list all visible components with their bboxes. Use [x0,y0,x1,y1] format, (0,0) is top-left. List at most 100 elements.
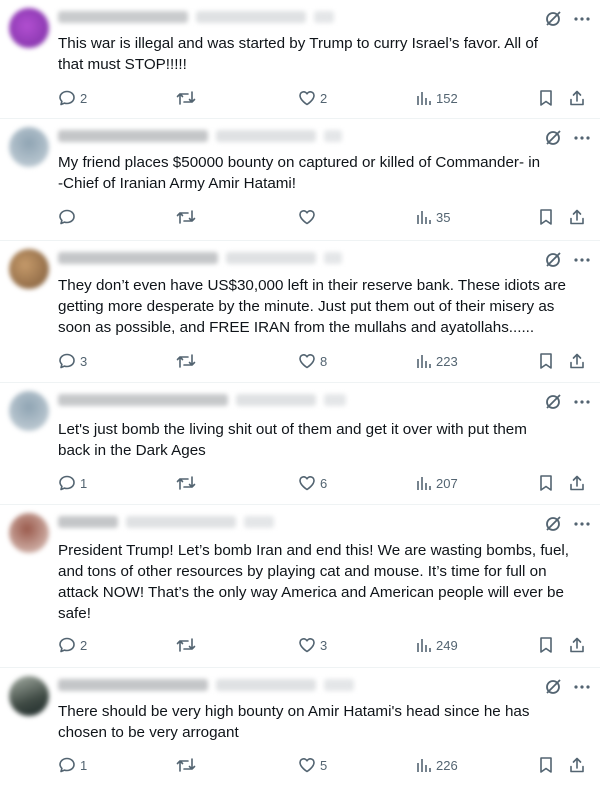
blurred-display-name[interactable] [58,11,188,23]
avatar[interactable] [9,127,49,167]
views-count: 223 [436,353,458,369]
share-icon [568,474,586,492]
views-count: 152 [436,90,458,106]
post-text: This war is illegal and was started by T… [58,35,538,73]
post-text: My friend places $50000 bounty on captur… [58,154,541,192]
heart-icon [298,756,316,774]
post-text: They don’t even have US$30,000 left in t… [58,277,566,336]
share-icon [568,89,586,107]
bookmark-button[interactable] [538,351,554,371]
views-button[interactable]: 207 [416,473,458,493]
grok-icon[interactable] [544,393,562,411]
repost-button[interactable] [176,207,200,227]
blurred-handle [216,679,316,691]
like-button[interactable]: 6 [298,473,327,493]
views-count: 226 [436,757,458,773]
views-button[interactable]: 223 [416,351,458,371]
avatar[interactable] [9,249,49,289]
repost-button[interactable] [176,351,200,371]
blurred-display-name[interactable] [58,130,208,142]
blurred-handle [196,11,306,23]
like-button[interactable]: 5 [298,755,327,775]
reply-icon [58,208,76,226]
heart-icon [298,352,316,370]
reply-feed: This war is illegal and was started by T… [0,0,600,786]
blurred-display-name[interactable] [58,679,208,691]
more-icon[interactable] [574,522,590,526]
share-button[interactable] [568,207,586,227]
more-icon[interactable] [574,258,590,262]
more-icon[interactable] [574,400,590,404]
like-button[interactable] [298,207,320,227]
reply-post[interactable]: My friend places $50000 bounty on captur… [0,119,600,241]
repost-button[interactable] [176,473,200,493]
blurred-timestamp [324,252,342,264]
bookmark-button[interactable] [538,755,554,775]
reply-post[interactable]: President Trump! Let’s bomb Iran and end… [0,505,600,668]
blurred-display-name[interactable] [58,394,228,406]
share-button[interactable] [568,88,586,108]
reply-post[interactable]: This war is illegal and was started by T… [0,0,600,119]
blurred-display-name[interactable] [58,252,218,264]
avatar[interactable] [9,513,49,553]
repost-icon [176,636,196,654]
views-button[interactable]: 152 [416,88,458,108]
reply-post[interactable]: There should be very high bounty on Amir… [0,668,600,786]
more-icon[interactable] [574,17,590,21]
reply-button[interactable]: 2 [58,635,87,655]
reply-icon [58,352,76,370]
like-button[interactable]: 3 [298,635,327,655]
bookmark-button[interactable] [538,88,554,108]
reply-count: 2 [80,90,88,106]
grok-icon[interactable] [544,10,562,28]
reply-button[interactable]: 2 [58,88,87,108]
views-icon [416,757,432,773]
repost-button[interactable] [176,755,200,775]
views-icon [416,90,432,106]
avatar[interactable] [9,8,49,48]
blurred-display-name[interactable] [58,516,118,528]
bookmark-button[interactable] [538,207,554,227]
bookmark-icon [538,89,554,107]
views-button[interactable]: 249 [416,635,458,655]
bookmark-icon [538,208,554,226]
share-button[interactable] [568,473,586,493]
grok-icon[interactable] [544,129,562,147]
reply-button[interactable]: 3 [58,351,87,371]
bookmark-button[interactable] [538,473,554,493]
post-text: President Trump! Let’s bomb Iran and end… [58,542,570,622]
share-button[interactable] [568,351,586,371]
reply-post[interactable]: They don’t even have US$30,000 left in t… [0,241,600,383]
views-button[interactable]: 35 [416,207,450,227]
bookmark-icon [538,636,554,654]
reply-post[interactable]: Let's just bomb the living shit out of t… [0,383,600,505]
reply-button[interactable] [58,207,80,227]
share-button[interactable] [568,755,586,775]
grok-icon[interactable] [544,251,562,269]
reply-count: 1 [80,475,88,491]
more-icon[interactable] [574,685,590,689]
share-button[interactable] [568,635,586,655]
bookmark-icon [538,474,554,492]
more-icon[interactable] [574,136,590,140]
reply-button[interactable]: 1 [58,473,87,493]
like-count: 8 [320,353,328,369]
author-meta [58,677,354,693]
views-button[interactable]: 226 [416,755,458,775]
avatar[interactable] [9,391,49,431]
reply-button[interactable]: 1 [58,755,87,775]
like-button[interactable]: 2 [298,88,327,108]
repost-button[interactable] [176,635,200,655]
reply-count: 3 [80,353,88,369]
bookmark-button[interactable] [538,635,554,655]
avatar[interactable] [9,676,49,716]
repost-icon [176,208,196,226]
like-button[interactable]: 8 [298,351,327,371]
share-icon [568,352,586,370]
grok-icon[interactable] [544,515,562,533]
repost-icon [176,352,196,370]
repost-button[interactable] [176,88,200,108]
heart-icon [298,474,316,492]
grok-icon[interactable] [544,678,562,696]
action-bar: 1 6 207 [58,473,592,493]
